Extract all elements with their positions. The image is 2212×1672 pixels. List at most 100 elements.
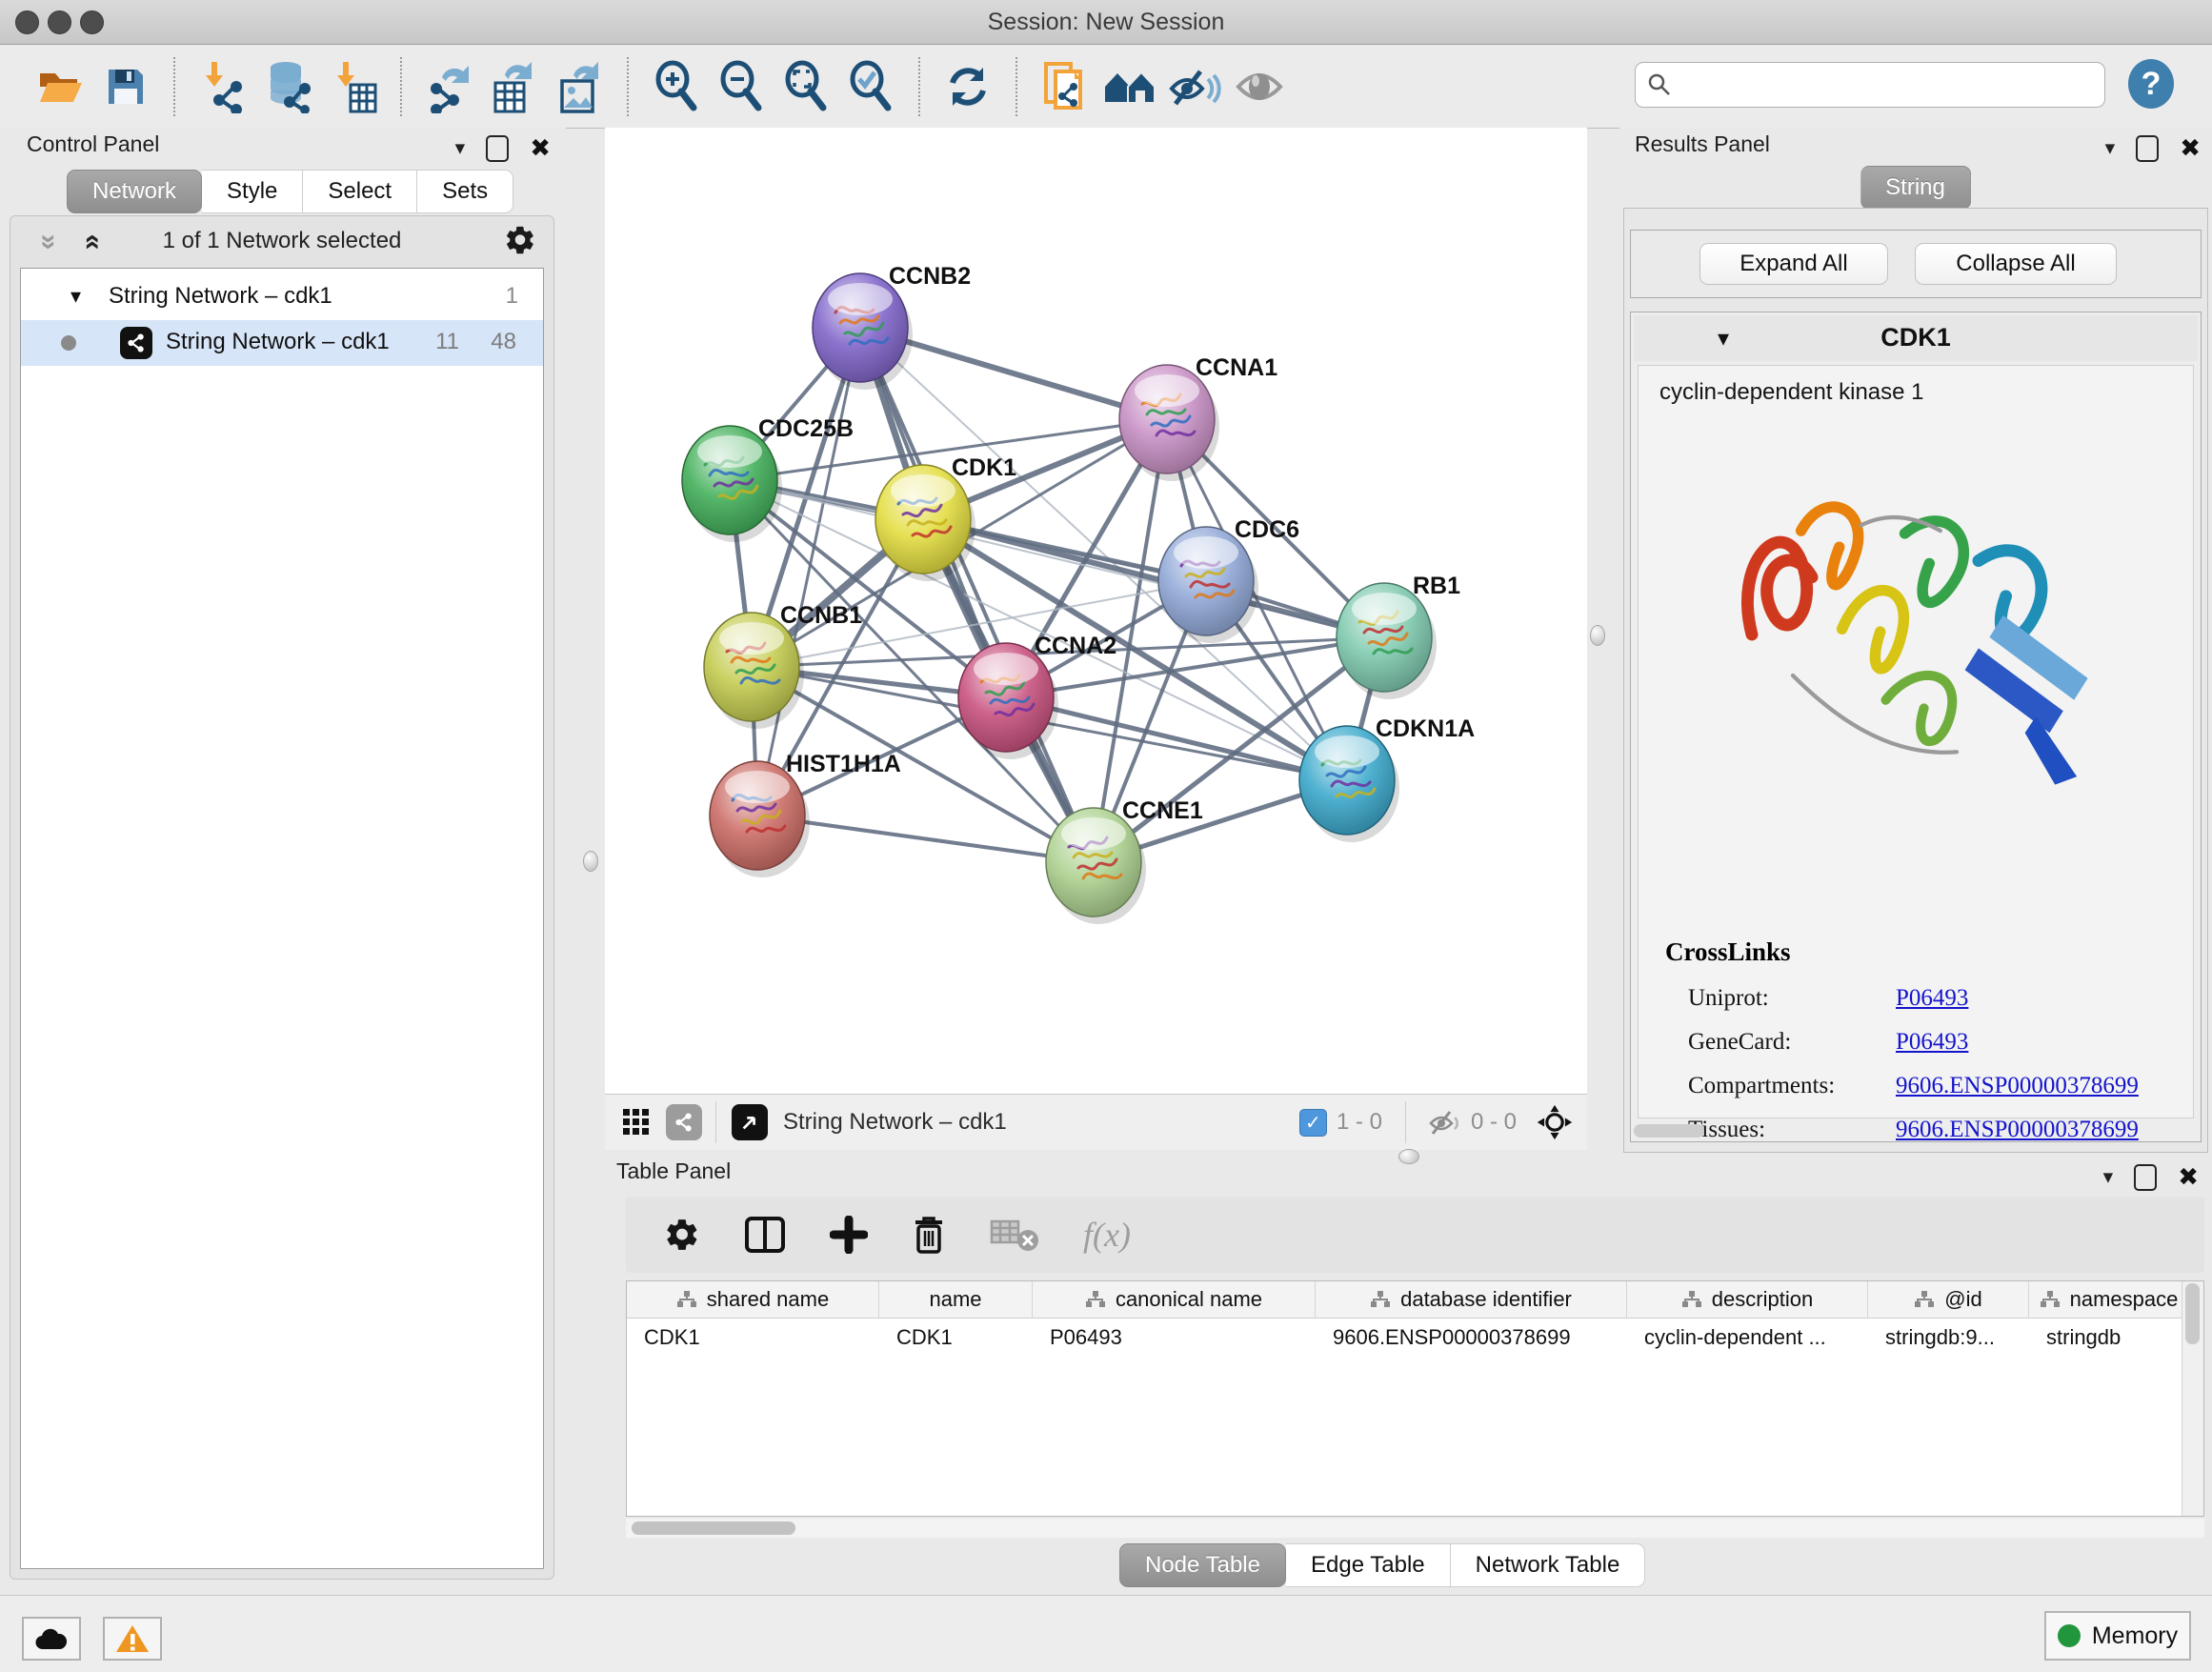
edge-CCNB2-CCNE1[interactable] [860,328,1094,862]
tab-style[interactable]: Style [202,170,303,213]
network-row-selected[interactable]: String Network – cdk1 11 48 [21,320,543,366]
grid-view-icon[interactable] [618,1104,654,1140]
collection-expand-icon[interactable]: ▾ [70,284,81,309]
export-network-button[interactable] [422,57,477,116]
float-panel-icon[interactable] [2136,135,2159,162]
right-splitter-handle[interactable] [1590,625,1605,646]
table-row[interactable]: CDK1CDK1P064939606.ENSP00000378699cyclin… [627,1319,2203,1357]
close-panel-icon[interactable]: ✖ [2180,133,2201,163]
network-view[interactable]: CCNB2CCNA1CDC25BCDK1CDC6RB1CCNB1CCNA2CDK… [605,128,1587,1149]
table-cell[interactable]: P06493 [1033,1319,1316,1357]
delete-column-icon[interactable] [912,1215,946,1255]
node-CCNB2[interactable]: CCNB2 [813,263,971,390]
show-all-networks-button[interactable] [1102,57,1157,116]
crosslink-link[interactable]: P06493 [1896,985,1968,1012]
network-share-icon[interactable] [666,1104,702,1140]
preview-eye-button[interactable] [1232,57,1287,116]
tab-network-table[interactable]: Network Table [1451,1543,1646,1587]
hide-unhide-button[interactable] [1167,57,1222,116]
import-network-database-button[interactable] [260,57,315,116]
panel-menu-icon[interactable]: ▾ [455,136,466,160]
tab-network[interactable]: Network [67,170,202,213]
column-header-database-identifier[interactable]: database identifier [1316,1281,1627,1318]
tree-column-icon [1085,1290,1106,1309]
node-CDC6[interactable]: CDC6 [1158,516,1299,643]
panel-menu-icon[interactable]: ▾ [2105,136,2116,160]
detach-view-icon[interactable] [732,1104,768,1140]
node-CCNA2[interactable]: CCNA2 [958,633,1116,759]
close-panel-icon[interactable]: ✖ [2178,1162,2199,1192]
left-splitter-handle[interactable] [583,851,598,872]
cloud-status-button[interactable] [22,1617,81,1661]
crosslink-link[interactable]: 9606.ENSP00000378699 [1896,1117,2139,1143]
apply-layout-button[interactable] [940,57,995,116]
float-panel-icon[interactable] [2134,1164,2157,1191]
column-header-namespace[interactable]: namespace [2029,1281,2189,1318]
warning-status-button[interactable] [103,1617,162,1661]
delete-table-icon[interactable] [990,1218,1039,1252]
zoom-selected-button[interactable] [843,57,898,116]
protein-header[interactable]: ▾ CDK1 [1634,315,2198,361]
tab-sets[interactable]: Sets [417,170,513,213]
collapse-all-button[interactable]: Collapse All [1915,243,2117,285]
export-image-button[interactable] [552,57,607,116]
function-builder-icon[interactable]: f(x) [1083,1215,1131,1255]
table-cell[interactable]: stringdb:9... [1868,1319,2029,1357]
column-header-shared-name[interactable]: shared name [627,1281,879,1318]
zoom-in-button[interactable] [649,57,704,116]
zoom-fit-button[interactable] [778,57,834,116]
toolbar-separator [1016,57,1017,116]
add-column-icon[interactable] [830,1216,868,1254]
table-cell[interactable]: CDK1 [627,1319,879,1357]
save-session-button[interactable] [98,57,153,116]
crosslink-link[interactable]: 9606.ENSP00000378699 [1896,1073,2139,1099]
table-options-gear-icon[interactable] [664,1217,700,1253]
edge-CDK1-RB1[interactable] [923,519,1384,637]
node-CCNB1[interactable]: CCNB1 [704,602,862,729]
column-header-canonical-name[interactable]: canonical name [1033,1281,1316,1318]
zoom-out-button[interactable] [714,57,769,116]
tab-string[interactable]: String [1860,166,1971,210]
close-panel-icon[interactable]: ✖ [530,133,551,163]
search-input[interactable] [1679,71,2104,98]
expand-all-button[interactable]: Expand All [1699,243,1888,285]
table-cell[interactable]: 9606.ENSP00000378699 [1316,1319,1627,1357]
results-hscroll-thumb[interactable] [1634,1124,1704,1138]
network-canvas[interactable]: CCNB2CCNA1CDC25BCDK1CDC6RB1CCNB1CCNA2CDK… [605,128,1587,1094]
show-columns-icon[interactable] [744,1216,786,1254]
crosshair-icon[interactable] [1536,1103,1574,1141]
duplicate-network-button[interactable] [1037,57,1093,116]
table-splitter-handle[interactable] [1398,1149,1419,1164]
memory-button[interactable]: Memory [2044,1611,2191,1661]
network-collection-row[interactable]: ▾ String Network – cdk1 1 [21,276,543,318]
search-box[interactable] [1635,62,2105,108]
table-vertical-scrollbar[interactable] [2182,1281,2203,1516]
export-table-button[interactable] [487,57,542,116]
hscroll-thumb[interactable] [632,1521,795,1535]
import-table-button[interactable] [325,57,380,116]
table-cell[interactable]: cyclin-dependent ... [1627,1319,1868,1357]
node-CCNA1[interactable]: CCNA1 [1119,354,1277,481]
tab-edge-table[interactable]: Edge Table [1286,1543,1451,1587]
import-network-file-button[interactable] [195,57,251,116]
table-cell[interactable]: CDK1 [879,1319,1033,1357]
node-CDKN1A[interactable]: CDKN1A [1299,715,1475,842]
help-button[interactable]: ? [2128,57,2176,111]
column-header-description[interactable]: description [1627,1281,1868,1318]
table-horizontal-scrollbar[interactable] [626,1519,2204,1538]
tab-select[interactable]: Select [303,170,417,213]
float-panel-icon[interactable] [486,135,509,162]
node-HIST1H1A[interactable]: HIST1H1A [710,751,901,877]
network-options-gear-icon[interactable] [504,224,536,256]
crosslink-link[interactable]: P06493 [1896,1029,1968,1056]
tab-node-table[interactable]: Node Table [1119,1543,1286,1587]
node-table[interactable]: shared namenamecanonical namedatabase id… [626,1280,2204,1517]
table-cell[interactable]: stringdb [2029,1319,2189,1357]
open-session-button[interactable] [33,57,89,116]
column-header-name[interactable]: name [879,1281,1033,1318]
selected-checkbox-icon[interactable]: ✓ [1299,1109,1327,1137]
node-RB1[interactable]: RB1 [1337,573,1460,699]
panel-menu-icon[interactable]: ▾ [2103,1165,2114,1189]
column-header-@id[interactable]: @id [1868,1281,2029,1318]
node-CCNE1[interactable]: CCNE1 [1046,797,1203,924]
